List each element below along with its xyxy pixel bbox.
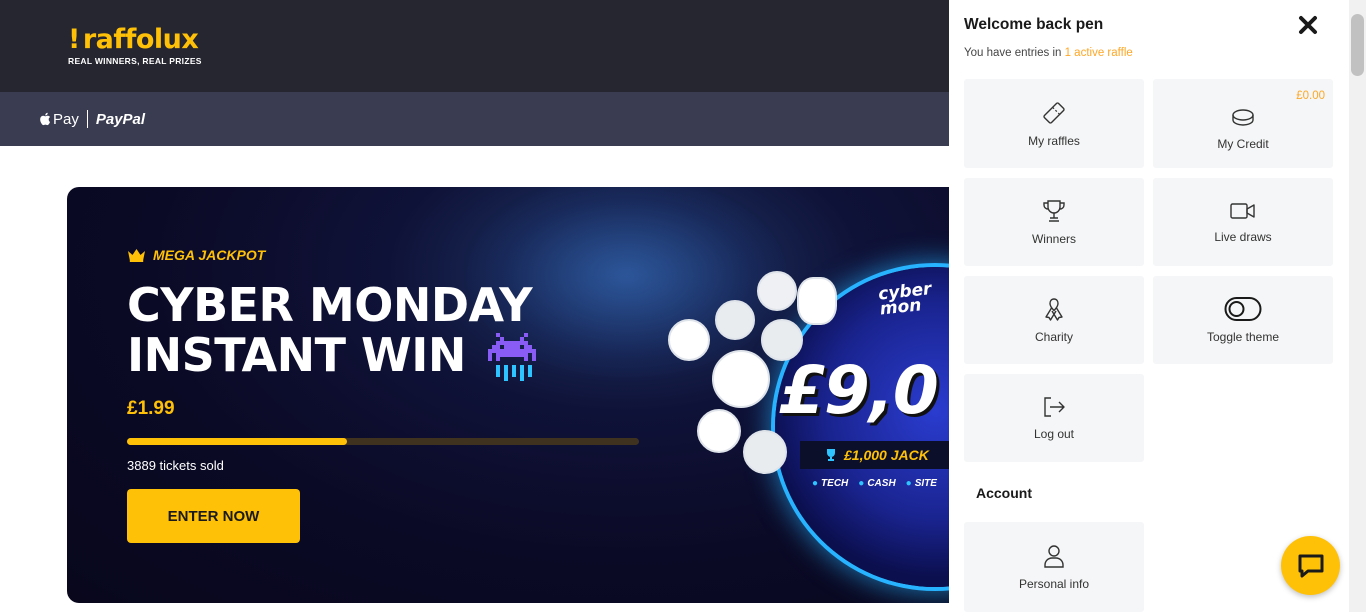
account-section-heading: Account <box>976 485 1032 501</box>
live-draws-tile[interactable]: Live draws <box>1153 178 1333 266</box>
crown-icon <box>128 249 145 262</box>
scrollbar-thumb[interactable] <box>1351 14 1364 76</box>
logo-tagline: REAL WINNERS, REAL PRIZES <box>68 56 202 66</box>
winners-label: Winners <box>1031 232 1076 246</box>
personal-info-label: Personal info <box>1018 577 1090 591</box>
tag-site: SITE <box>906 478 937 489</box>
apple-pay-logo: Pay <box>39 111 79 128</box>
my-raffles-label: My raffles <box>1028 133 1080 148</box>
jackpot-strip: £1,000 JACK <box>800 441 967 469</box>
hero-banner[interactable]: MEGA JACKPOT CYBER MONDAY INSTANT WIN £1… <box>67 187 967 603</box>
video-camera-icon <box>1230 203 1255 219</box>
tickets-progress-fill <box>127 438 348 445</box>
charity-tile[interactable]: Charity <box>964 276 1144 364</box>
active-entries-text: You have entries in 1 active raffle <box>964 47 1133 59</box>
trophy-small-icon <box>827 449 835 461</box>
trophy-icon <box>1043 200 1065 222</box>
log-out-label: Log out <box>1033 427 1075 441</box>
prize-bubble-tablet <box>743 430 787 474</box>
prize-bubble-vacuum <box>797 277 837 325</box>
globe-prize-amount: £9,0 <box>779 352 939 429</box>
hero-title: CYBER MONDAY INSTANT WIN <box>127 280 540 386</box>
page-scrollbar[interactable] <box>1349 0 1366 612</box>
logout-icon <box>1044 397 1065 417</box>
payment-divider <box>86 110 88 128</box>
prize-category-tags: TECH CASH SITE <box>812 478 937 489</box>
log-out-tile[interactable]: Log out <box>964 374 1144 462</box>
account-side-panel: Welcome back pen You have entries in 1 a… <box>949 0 1349 612</box>
panel-welcome-title: Welcome back pen <box>964 16 1104 33</box>
logo-wordmark: raffolux <box>82 24 199 55</box>
winners-tile[interactable]: Winners <box>964 178 1144 266</box>
credit-balance: £0.00 <box>1296 90 1325 102</box>
personal-info-tile[interactable]: Personal info <box>964 522 1144 612</box>
tag-cash: CASH <box>858 478 895 489</box>
prize-bubble-watch <box>715 300 755 340</box>
tickets-progress-bar <box>127 438 639 445</box>
prize-bubble-console <box>668 319 710 361</box>
my-credit-tile[interactable]: £0.00 My Credit <box>1153 79 1333 168</box>
prize-bubble-tv <box>757 271 797 311</box>
ribbon-icon <box>1045 298 1063 321</box>
ticket-price: £1.99 <box>127 398 175 419</box>
user-icon <box>1044 545 1064 568</box>
logo-mark-icon: ! <box>68 24 80 55</box>
enter-now-button[interactable]: ENTER NOW <box>127 489 300 543</box>
apple-icon <box>40 112 51 126</box>
close-panel-button[interactable] <box>1295 12 1321 38</box>
toggle-icon <box>1224 297 1262 321</box>
live-chat-button[interactable] <box>1281 536 1340 595</box>
toggle-theme-label: Toggle theme <box>1206 330 1280 344</box>
chat-icon <box>1298 554 1323 577</box>
my-credit-label: My Credit <box>1217 136 1269 151</box>
toggle-theme-tile[interactable]: Toggle theme <box>1153 276 1333 364</box>
hero-title-line-2: INSTANT WIN <box>127 328 466 382</box>
prize-bubble-airfryer <box>761 319 803 361</box>
ticket-icon <box>1043 101 1065 124</box>
charity-label: Charity <box>1034 330 1073 344</box>
close-icon <box>1299 16 1317 34</box>
tickets-sold-count: 3889 tickets sold <box>127 458 224 473</box>
raffolux-logo[interactable]: ! raffolux REAL WINNERS, REAL PRIZES <box>68 24 202 67</box>
mega-jackpot-badge: MEGA JACKPOT <box>127 247 265 263</box>
prize-bubble-pressure-washer <box>697 409 741 453</box>
paypal-logo: PayPal <box>95 110 146 128</box>
coin-icon <box>1232 108 1254 126</box>
my-raffles-tile[interactable]: My raffles <box>964 79 1144 168</box>
prize-bubble-tools <box>712 350 770 408</box>
hero-title-line-1: CYBER MONDAY <box>127 278 533 332</box>
tag-tech: TECH <box>812 478 848 489</box>
live-draws-label: Live draws <box>1214 230 1272 244</box>
active-raffle-link[interactable]: 1 active raffle <box>1065 47 1133 59</box>
space-invader-icon <box>487 332 536 381</box>
